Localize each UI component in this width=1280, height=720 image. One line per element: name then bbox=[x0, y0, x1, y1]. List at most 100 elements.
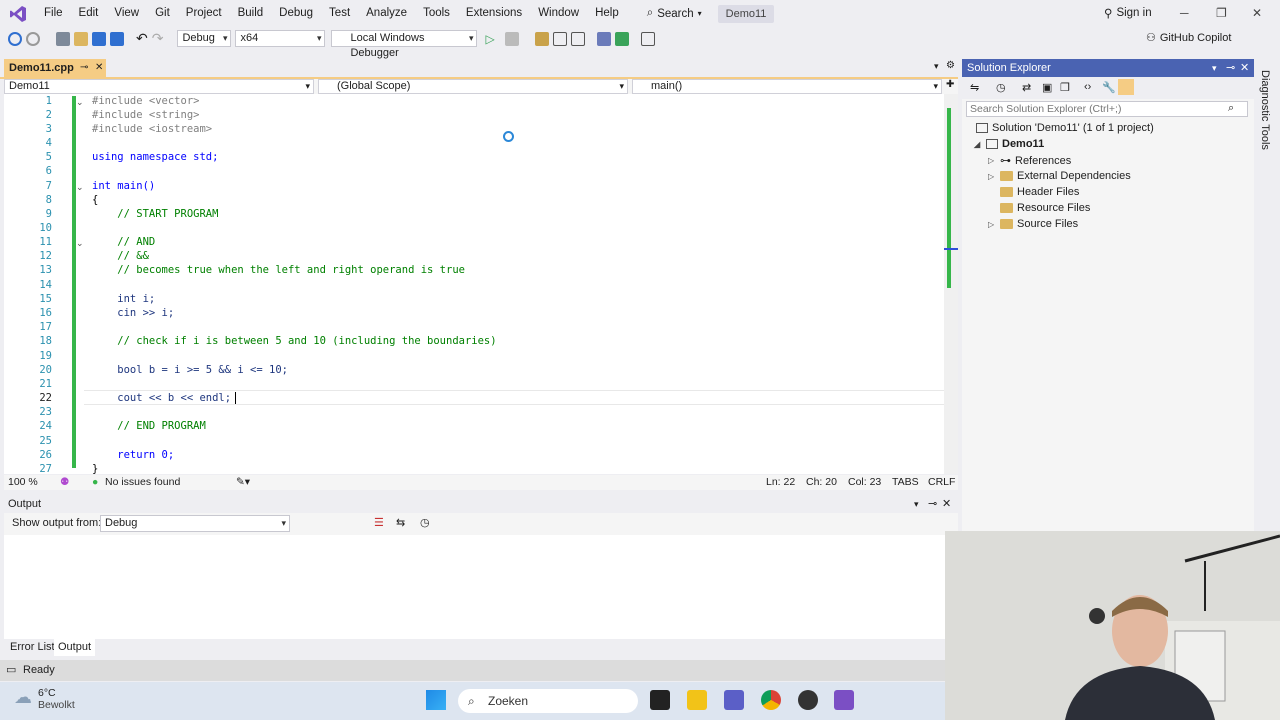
github-copilot-button[interactable]: ⚇ GitHub Copilot bbox=[1146, 31, 1231, 45]
solution-search-input[interactable]: Search Solution Explorer (Ctrl+;) bbox=[966, 101, 1248, 117]
close-icon[interactable]: ✕ bbox=[942, 495, 951, 513]
tab-demo11-cpp[interactable]: Demo11.cpp ⊸ ✕ bbox=[4, 59, 106, 77]
pin-icon[interactable]: ⊸ bbox=[80, 59, 88, 77]
expanded-arrow-icon[interactable]: ◢ bbox=[974, 140, 982, 149]
collapsed-arrow-icon[interactable]: ▷ bbox=[988, 172, 996, 181]
collapse-icon[interactable]: ⌄ bbox=[76, 97, 84, 108]
back-icon[interactable] bbox=[8, 31, 22, 46]
tabs-indicator[interactable]: TABS bbox=[892, 475, 919, 490]
start-without-debugging-icon[interactable]: ▷ bbox=[485, 32, 494, 46]
pin-icon[interactable]: ⊸ bbox=[928, 495, 937, 513]
bookmark-icon[interactable] bbox=[640, 31, 655, 46]
health-icon[interactable]: ⚉ bbox=[60, 475, 69, 490]
redo-icon[interactable]: ↷ bbox=[152, 30, 164, 47]
brush-icon[interactable]: ✎▾ bbox=[236, 475, 250, 490]
file-explorer-icon[interactable] bbox=[687, 690, 707, 710]
output-dropdown-icon[interactable]: ▾ bbox=[914, 495, 919, 513]
solution-platform-select[interactable]: x64 bbox=[235, 30, 326, 47]
clock-icon[interactable]: ◷ bbox=[420, 516, 430, 529]
save-icon[interactable] bbox=[92, 31, 106, 46]
browse-icon[interactable] bbox=[534, 31, 549, 46]
properties-icon[interactable]: 🔧 bbox=[1102, 81, 1116, 94]
collapse-all-icon[interactable]: ▣ bbox=[1042, 81, 1052, 94]
history-icon[interactable]: ◷ bbox=[996, 81, 1006, 94]
layout-icon[interactable] bbox=[552, 31, 567, 46]
visual-studio-taskbar-icon[interactable] bbox=[834, 690, 854, 710]
project-select[interactable]: Demo11 bbox=[4, 79, 314, 94]
line-indicator[interactable]: Ln: 22 bbox=[766, 475, 795, 490]
tab-error-list[interactable]: Error List bbox=[6, 639, 59, 656]
teams-icon[interactable] bbox=[724, 690, 744, 710]
menu-analyze[interactable]: Analyze bbox=[358, 0, 415, 27]
show-all-files-icon[interactable]: ❐ bbox=[1060, 81, 1070, 94]
pin-icon[interactable]: ⊸ bbox=[1226, 59, 1235, 77]
close-icon[interactable]: ✕ bbox=[1252, 6, 1262, 20]
external-dependencies-node[interactable]: ▷ External Dependencies bbox=[988, 170, 1131, 182]
project-node[interactable]: ◢ Demo11 bbox=[974, 138, 1044, 150]
menu-project[interactable]: Project bbox=[178, 0, 230, 27]
char-indicator[interactable]: Ch: 20 bbox=[806, 475, 837, 490]
header-files-node[interactable]: Header Files bbox=[1000, 186, 1079, 198]
sync-icon[interactable]: ⇋ bbox=[970, 81, 979, 94]
menu-edit[interactable]: Edit bbox=[71, 0, 107, 27]
menu-view[interactable]: View bbox=[106, 0, 147, 27]
undo-icon[interactable]: ↶ bbox=[136, 30, 148, 47]
weather-widget[interactable]: ☁ 6°C Bewolkt bbox=[14, 687, 75, 711]
issues-label[interactable]: No issues found bbox=[105, 475, 180, 490]
menu-window[interactable]: Window bbox=[530, 0, 587, 27]
menu-tools[interactable]: Tools bbox=[415, 0, 458, 27]
member-select[interactable]: main() bbox=[632, 79, 942, 94]
start-debugger-button[interactable]: Local Windows Debugger bbox=[331, 30, 478, 59]
scope-select[interactable]: (Global Scope) bbox=[318, 79, 628, 94]
output-source-select[interactable]: Debug bbox=[100, 515, 290, 532]
forward-icon[interactable] bbox=[26, 31, 40, 46]
switch-views-icon[interactable]: ⇄ bbox=[1022, 81, 1031, 94]
menu-git[interactable]: Git bbox=[147, 0, 178, 27]
references-node[interactable]: ▷ ⊶ References bbox=[988, 154, 1071, 168]
tab-output[interactable]: Output bbox=[54, 639, 96, 656]
column-indicator[interactable]: Col: 23 bbox=[848, 475, 881, 490]
menu-test[interactable]: Test bbox=[321, 0, 358, 27]
collapse-icon[interactable]: ⌄ bbox=[76, 182, 84, 193]
task-view-icon[interactable] bbox=[650, 690, 670, 710]
menu-extensions[interactable]: Extensions bbox=[458, 0, 530, 27]
restore-icon[interactable]: ❐ bbox=[1216, 6, 1227, 20]
word-wrap-icon[interactable]: ⇆ bbox=[396, 516, 405, 529]
comment-icon[interactable] bbox=[614, 31, 629, 46]
zoom-select[interactable]: 100 % bbox=[8, 475, 38, 490]
diagnostic-tools-label[interactable]: Diagnostic Tools bbox=[1259, 70, 1271, 150]
visual-studio-logo-icon[interactable] bbox=[0, 0, 36, 27]
taskbar-search[interactable]: ⌕ Zoeken bbox=[458, 689, 638, 713]
preview-icon[interactable] bbox=[1118, 79, 1134, 95]
save-all-icon[interactable] bbox=[110, 31, 124, 46]
settings-icon[interactable]: ⚙ bbox=[946, 60, 955, 71]
menu-debug[interactable]: Debug bbox=[271, 0, 321, 27]
hot-reload-icon[interactable] bbox=[504, 31, 519, 46]
tab-dropdown-icon[interactable]: ▾ bbox=[934, 61, 939, 72]
code-icon[interactable]: ‹› bbox=[1084, 81, 1091, 93]
windows-start-icon[interactable] bbox=[426, 690, 446, 710]
collapsed-arrow-icon[interactable]: ▷ bbox=[988, 156, 996, 165]
collapsed-arrow-icon[interactable]: ▷ bbox=[988, 220, 996, 229]
collapse-icon[interactable]: ⌄ bbox=[76, 238, 84, 249]
solution-configuration-select[interactable]: Debug bbox=[177, 30, 232, 47]
source-files-node[interactable]: ▷ Source Files bbox=[988, 218, 1078, 230]
clear-all-icon[interactable]: ☰ bbox=[374, 516, 384, 529]
close-icon[interactable]: ✕ bbox=[1240, 59, 1249, 77]
dropdown-icon[interactable]: ▾ bbox=[1212, 59, 1217, 77]
open-folder-icon[interactable] bbox=[74, 31, 88, 46]
minimize-icon[interactable]: ─ bbox=[1180, 6, 1189, 20]
code-editor[interactable]: 1 2 3 4 5 6 7 8 9 10 11 12 13 14 15 16 1… bbox=[4, 94, 958, 474]
line-ending-indicator[interactable]: CRLF bbox=[928, 475, 955, 490]
spell-check-icon[interactable] bbox=[570, 31, 585, 46]
split-icon[interactable]: ✚ bbox=[946, 79, 954, 90]
menu-file[interactable]: File bbox=[36, 0, 71, 27]
solution-node[interactable]: Solution 'Demo11' (1 of 1 project) bbox=[976, 122, 1154, 134]
new-project-icon[interactable] bbox=[56, 31, 70, 46]
sign-in-button[interactable]: ⚲ Sign in bbox=[1104, 6, 1152, 20]
output-text-area[interactable] bbox=[4, 535, 946, 639]
menu-build[interactable]: Build bbox=[230, 0, 272, 27]
chrome-icon[interactable] bbox=[761, 690, 781, 710]
search-button[interactable]: ⌕ Search ▾ bbox=[641, 7, 708, 20]
close-tab-icon[interactable]: ✕ bbox=[95, 59, 103, 77]
